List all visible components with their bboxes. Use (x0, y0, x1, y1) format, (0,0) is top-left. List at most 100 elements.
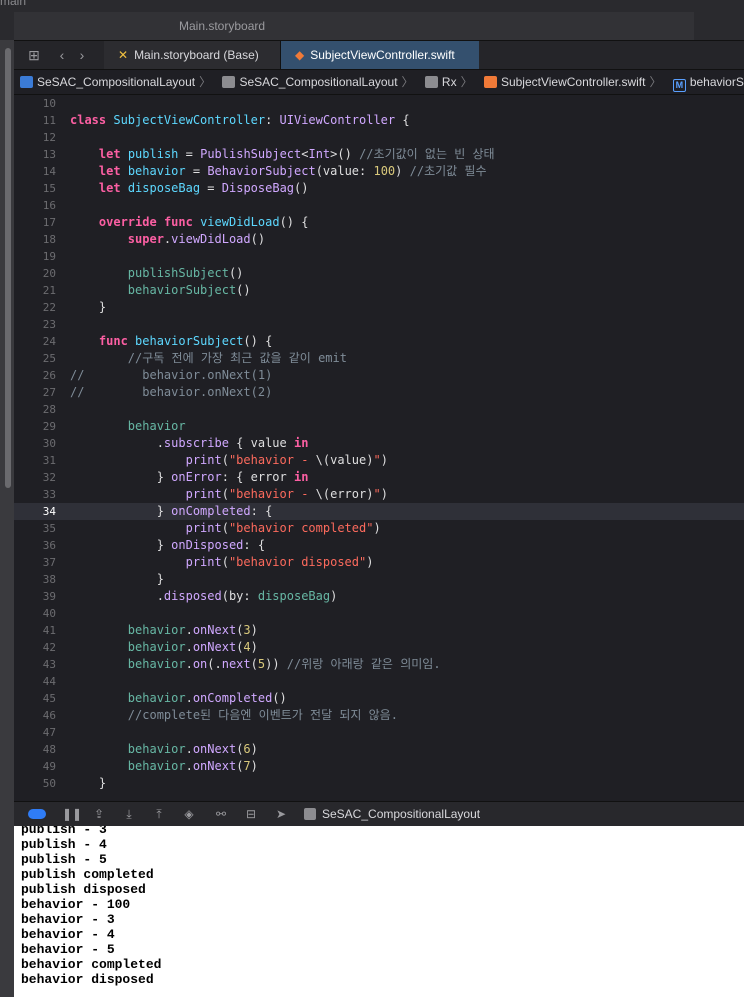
code-line[interactable]: 12 (14, 129, 744, 146)
code-line[interactable]: 20 publishSubject() (14, 265, 744, 282)
code-line[interactable]: 16 (14, 197, 744, 214)
grid-icon[interactable]: ⊞ (24, 45, 44, 65)
code-line[interactable]: 28 (14, 401, 744, 418)
code-line[interactable]: 21 behaviorSubject() (14, 282, 744, 299)
line-number: 10 (42, 97, 56, 110)
swift-icon (483, 76, 497, 88)
window-title: Main.storyboard (179, 19, 266, 33)
code-line[interactable]: 18 super.viewDidLoad() (14, 231, 744, 248)
code-line[interactable]: 38 } (14, 571, 744, 588)
line-number: 29 (42, 420, 56, 433)
chevron-right-icon: 〉 (649, 75, 662, 89)
code-text: behavior (127, 419, 186, 433)
forward-icon[interactable]: › (72, 45, 92, 65)
code-text: print("behavior - \(error)") (185, 487, 388, 501)
folder-icon (424, 76, 438, 88)
code-line[interactable]: 13 let publish = PublishSubject<Int>() /… (14, 146, 744, 163)
code-line[interactable]: 24 func behaviorSubject() { (14, 333, 744, 350)
code-line[interactable]: 22 } (14, 299, 744, 316)
code-line[interactable]: 43 behavior.on(.next(5)) //위랑 아래랑 같은 의미임… (14, 656, 744, 673)
breadcrumb-label: SeSAC_CompositionalLayout (37, 75, 196, 89)
code-text: // behavior.onNext(2) (70, 385, 273, 399)
line-number: 16 (42, 199, 56, 212)
code-line[interactable]: 10 (14, 95, 744, 112)
source-editor[interactable]: 10 11 class SubjectViewController: UIViewC… (14, 95, 744, 801)
tab-subject-view-controller[interactable]: ◆ SubjectViewController.swift (281, 41, 479, 69)
view-hierarchy-icon[interactable]: ◈ (180, 805, 198, 823)
console-line: behavior - 3 (21, 912, 115, 927)
code-line[interactable]: 47 (14, 724, 744, 741)
code-line[interactable]: 40 (14, 605, 744, 622)
back-icon[interactable]: ‹ (52, 45, 72, 65)
close-icon[interactable]: ✕ (118, 41, 128, 69)
code-line[interactable]: 15 let disposeBag = DisposeBag() (14, 180, 744, 197)
line-number: 26 (42, 369, 56, 382)
console-output[interactable]: publish - 3 publish - 4 publish - 5 publish… (14, 826, 744, 997)
line-number: 46 (42, 709, 56, 722)
step-into-icon[interactable]: ⤓ (120, 805, 138, 823)
code-text: } (70, 300, 107, 314)
line-number: 47 (42, 726, 56, 739)
code-line[interactable]: 25 //구독 전에 가장 최근 값을 같이 emit (14, 350, 744, 367)
code-text: behavior.onCompleted() (127, 691, 287, 705)
code-line[interactable]: 27 // behavior.onNext(2) (14, 384, 744, 401)
code-line[interactable]: 31 print("behavior - \(value)") (14, 452, 744, 469)
tab-label: SubjectViewController.swift (310, 48, 455, 62)
debug-target[interactable]: SeSAC_CompositionalLayout (304, 802, 480, 826)
code-line[interactable]: 14 let behavior = BehaviorSubject(value:… (14, 163, 744, 180)
line-number: 14 (42, 165, 56, 178)
code-line[interactable]: 33 print("behavior - \(error)") (14, 486, 744, 503)
code-line[interactable]: 42 behavior.onNext(4) (14, 639, 744, 656)
code-text: behavior.onNext(3) (127, 623, 258, 637)
pause-icon[interactable]: ❚❚ (62, 805, 82, 823)
console-line: publish completed (21, 867, 154, 882)
step-out-icon[interactable]: ⤒ (150, 805, 168, 823)
line-number: 24 (42, 335, 56, 348)
code-line[interactable]: 11 class SubjectViewController: UIViewCon… (14, 112, 744, 129)
breadcrumb-item[interactable]: SeSAC_CompositionalLayout (20, 70, 195, 94)
memory-graph-icon[interactable]: ⚯ (212, 805, 230, 823)
code-text: } onDisposed: { (70, 538, 266, 552)
code-line[interactable]: 17 override func viewDidLoad() { (14, 214, 744, 231)
line-number: 42 (42, 641, 56, 654)
debug-area-toggle[interactable] (28, 809, 46, 819)
tab-main-storyboard[interactable]: ✕ Main.storyboard (Base) (104, 41, 281, 69)
code-line[interactable]: 30 .subscribe { value in (14, 435, 744, 452)
code-text: let behavior = BehaviorSubject(value: 10… (98, 164, 487, 178)
navigator-scrollbar[interactable] (0, 40, 14, 997)
code-line[interactable]: 41 behavior.onNext(3) (14, 622, 744, 639)
debug-bar: SeSAC_CompositionalLayout ❚❚ ⇪ ⤓ ⤒ ◈ ⚯ ⊟ ➤ (14, 801, 744, 827)
code-line[interactable]: 45 behavior.onCompleted() (14, 690, 744, 707)
code-line[interactable]: 29 behavior (14, 418, 744, 435)
line-number: 34 (42, 505, 56, 518)
code-line[interactable]: 48 behavior.onNext(6) (14, 741, 744, 758)
simulate-location-icon[interactable]: ➤ (272, 805, 290, 823)
code-text: let publish = PublishSubject<Int>() //초기… (98, 147, 495, 161)
code-line[interactable]: 35 print("behavior completed") (14, 520, 744, 537)
navigator-scroll-thumb[interactable] (5, 48, 11, 488)
breadcrumb-item[interactable]: MbehaviorSubject() (672, 70, 744, 94)
breadcrumb-item[interactable]: SeSAC_CompositionalLayout (222, 70, 398, 94)
code-line[interactable]: 19 (14, 248, 744, 265)
code-line[interactable]: 23 (14, 316, 744, 333)
line-number: 19 (42, 250, 56, 263)
code-line[interactable]: 36 } onDisposed: { (14, 537, 744, 554)
environment-overrides-icon[interactable]: ⊟ (242, 805, 260, 823)
chevron-right-icon: 〉 (460, 75, 473, 89)
code-text: } onCompleted: { (70, 504, 273, 518)
step-over-icon[interactable]: ⇪ (90, 805, 108, 823)
breadcrumb-item[interactable]: Rx (424, 70, 457, 94)
code-line[interactable]: 39 .disposed(by: disposeBag) (14, 588, 744, 605)
code-line[interactable]: 44 (14, 673, 744, 690)
breadcrumb-item[interactable]: SubjectViewController.swift (483, 70, 645, 94)
code-line[interactable]: 46 //complete된 다음엔 이벤트가 전달 되지 않음. (14, 707, 744, 724)
method-icon: M (672, 79, 686, 92)
code-line[interactable]: 32 } onError: { error in (14, 469, 744, 486)
code-line[interactable]: 26 // behavior.onNext(1) (14, 367, 744, 384)
window-tab[interactable]: Main.storyboard (14, 12, 694, 40)
code-line[interactable]: 34 } onCompleted: { (14, 503, 744, 520)
code-line[interactable]: 50 } (14, 775, 744, 792)
line-number: 44 (42, 675, 56, 688)
code-line[interactable]: 49 behavior.onNext(7) (14, 758, 744, 775)
code-line[interactable]: 37 print("behavior disposed") (14, 554, 744, 571)
